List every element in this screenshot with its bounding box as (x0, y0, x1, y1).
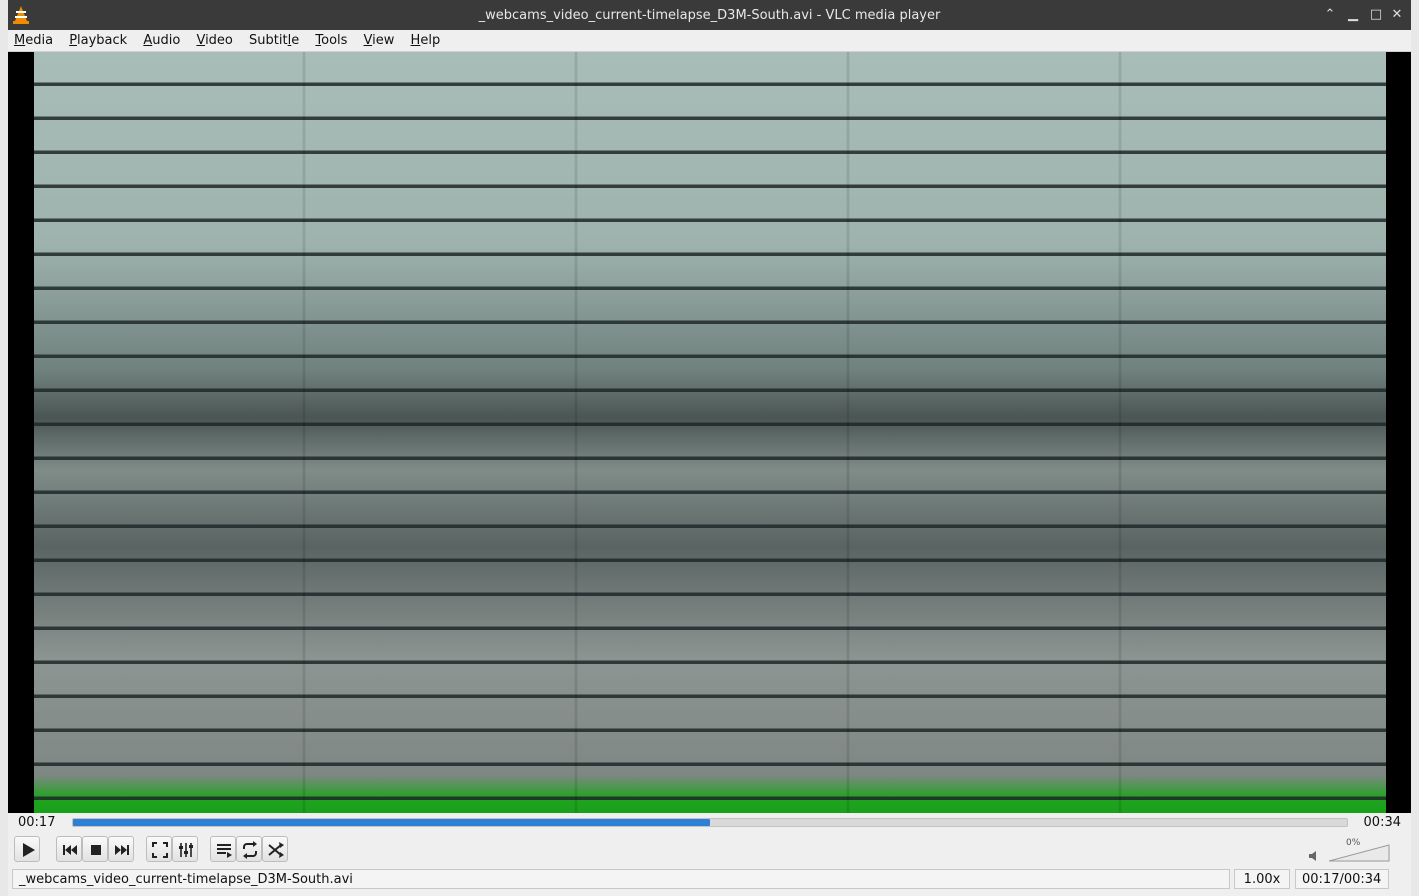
title-bar[interactable]: _webcams_video_current-timelapse_D3M-Sou… (8, 0, 1411, 30)
menu-bar: Media Playback Audio Video Subtitle Tool… (8, 30, 1411, 52)
menu-subtitle-label: ubtit (257, 33, 288, 48)
window-title: _webcams_video_current-timelapse_D3M-Sou… (478, 8, 941, 23)
maximize-icon[interactable]: □ (1367, 6, 1385, 24)
playlist-icon (217, 844, 232, 858)
previous-icon (63, 845, 77, 855)
stop-icon (91, 845, 101, 855)
elapsed-time[interactable]: 00:17 (18, 815, 55, 830)
menu-subtitle-end: e (291, 33, 300, 48)
menu-subtitle[interactable]: Subtitle (243, 30, 305, 50)
fullscreen-button[interactable] (146, 836, 172, 862)
shuffle-button[interactable] (262, 836, 288, 862)
close-icon[interactable]: ✕ (1388, 6, 1406, 24)
menu-help-label: elp (420, 33, 441, 48)
seek-slider[interactable] (72, 818, 1348, 827)
loop-button[interactable] (236, 836, 262, 862)
menu-playback-mnemonic: P (69, 33, 78, 48)
play-icon (23, 843, 35, 857)
menu-media[interactable]: Media (8, 30, 59, 50)
status-bar: _webcams_video_current-timelapse_D3M-Sou… (8, 867, 1411, 890)
menu-view[interactable]: View (358, 30, 401, 50)
playback-controls: 0% (8, 833, 1411, 867)
menu-help-mnemonic: H (410, 33, 421, 48)
menu-media-mnemonic: M (14, 33, 26, 48)
status-filename: _webcams_video_current-timelapse_D3M-Sou… (12, 869, 1230, 889)
status-time[interactable]: 00:17/00:34 (1295, 869, 1389, 889)
video-output[interactable] (8, 52, 1411, 813)
speaker-muted-icon[interactable] (1308, 850, 1320, 862)
stop-button[interactable] (82, 836, 108, 862)
vlc-window: _webcams_video_current-timelapse_D3M-Sou… (8, 0, 1411, 896)
desktop-background-right (1411, 0, 1419, 896)
roll-up-icon[interactable]: ⌃ (1321, 6, 1339, 24)
menu-help[interactable]: Help (405, 30, 447, 50)
volume-slider[interactable] (1328, 844, 1390, 862)
menu-video-mnemonic: V (196, 33, 206, 48)
play-button[interactable] (14, 836, 40, 862)
fullscreen-icon (152, 842, 168, 858)
previous-button[interactable] (56, 836, 82, 862)
menu-tools-label: ools (321, 33, 348, 48)
next-button[interactable] (108, 836, 134, 862)
menu-video-label: ideo (205, 33, 233, 48)
menu-video[interactable]: Video (190, 30, 238, 50)
seek-progress-fill (73, 819, 710, 826)
minimize-icon[interactable]: ▁ (1344, 6, 1362, 24)
loop-icon (243, 841, 257, 859)
desktop-background-left (0, 0, 8, 896)
next-icon (115, 845, 129, 855)
extended-settings-button[interactable] (172, 836, 198, 862)
menu-playback[interactable]: Playback (63, 30, 133, 50)
video-frame (34, 52, 1386, 813)
volume-control[interactable]: 0% (1308, 838, 1398, 864)
menu-audio-mnemonic: A (143, 33, 153, 48)
extended-settings-icon (179, 843, 193, 857)
shuffle-icon (268, 842, 284, 858)
menu-audio-label: udio (152, 33, 181, 48)
menu-view-mnemonic: V (363, 33, 373, 48)
seek-bar-row: 00:17 00:34 (8, 813, 1411, 833)
menu-tools[interactable]: Tools (309, 30, 353, 50)
menu-audio[interactable]: Audio (137, 30, 186, 50)
playlist-button[interactable] (210, 836, 236, 862)
menu-playback-label: layback (77, 33, 128, 48)
menu-media-label: edia (25, 33, 54, 48)
menu-view-label: iew (372, 33, 395, 48)
total-time[interactable]: 00:34 (1364, 815, 1401, 830)
playback-speed[interactable]: 1.00x (1234, 869, 1290, 889)
